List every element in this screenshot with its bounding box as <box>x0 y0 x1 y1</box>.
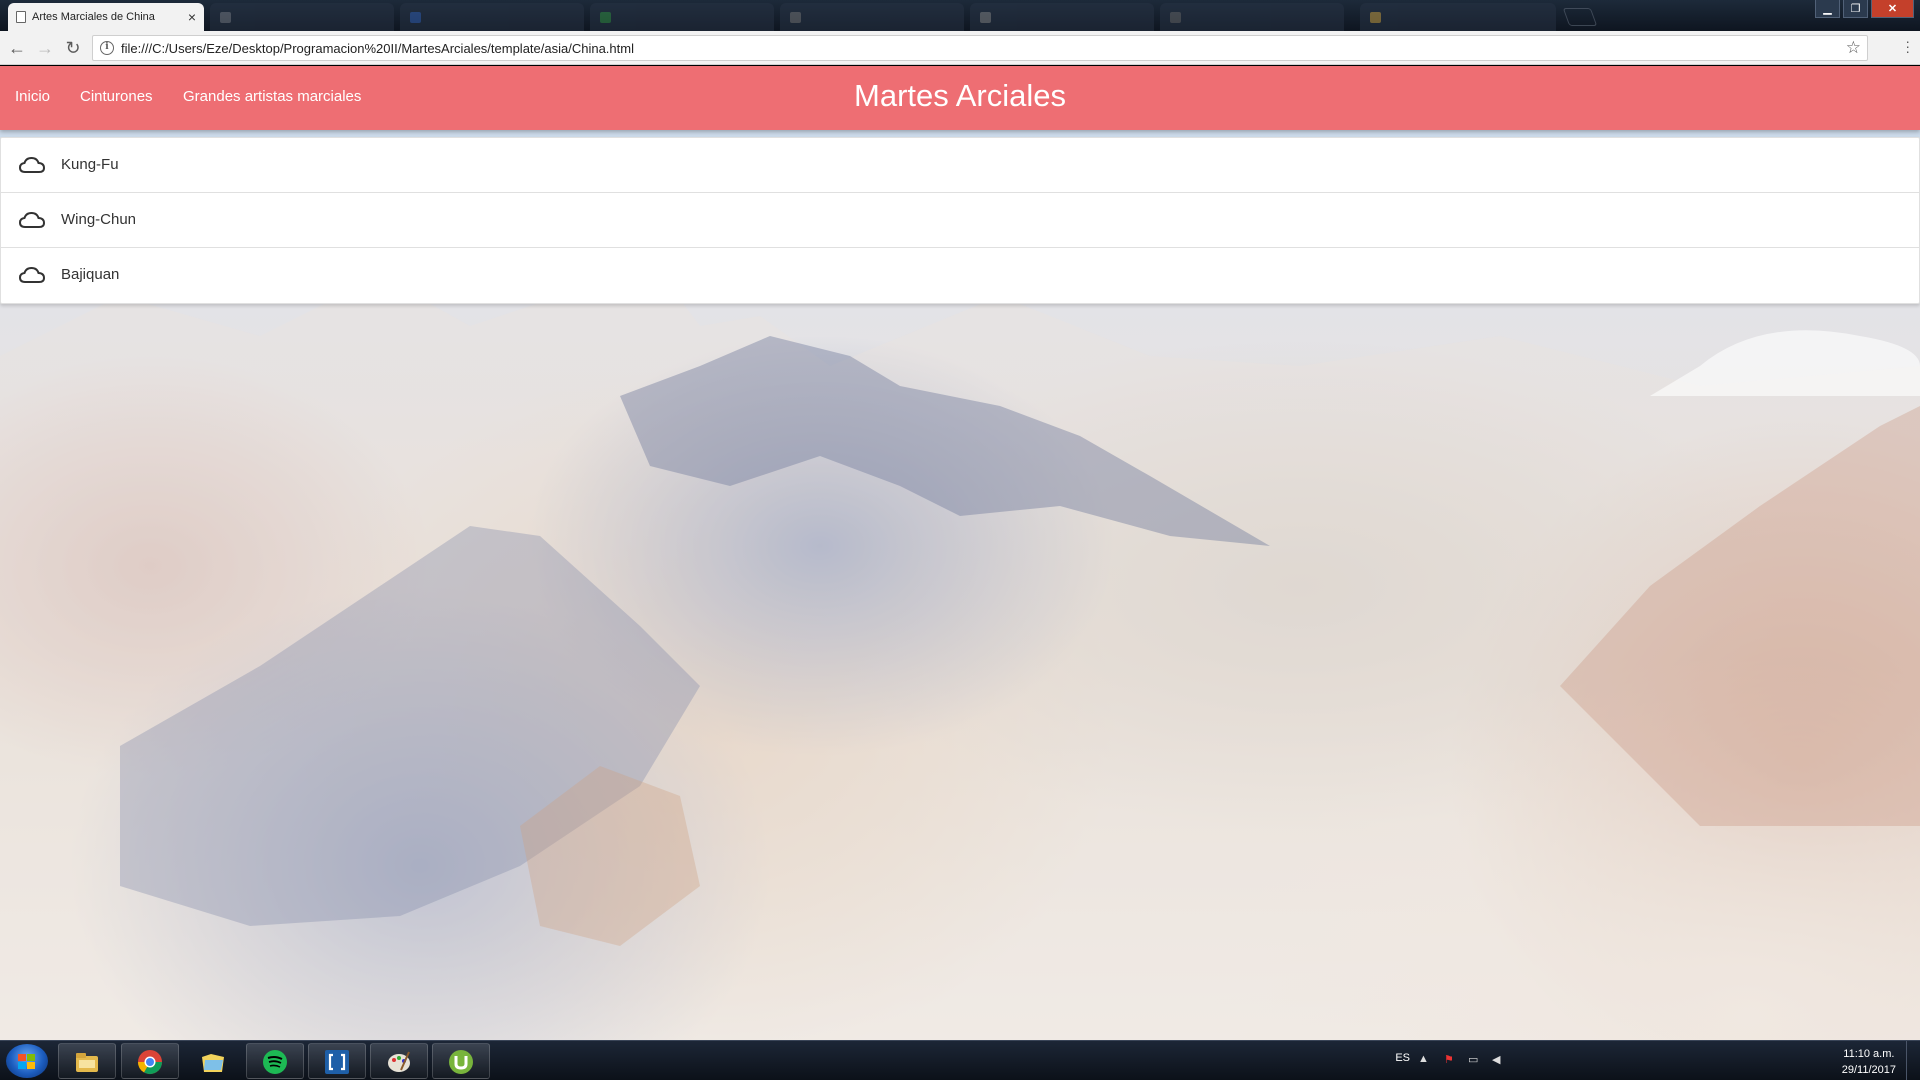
tab-favicon <box>980 12 991 23</box>
martial-arts-list: Kung-Fu Wing-Chun Bajiquan <box>0 137 1920 304</box>
tab-background[interactable] <box>1360 3 1556 31</box>
windows-taskbar: ES ▲ ⚑ ▭ ◀ 11:10 a.m. 29/11/2017 <box>0 1040 1920 1080</box>
page-content: Inicio Cinturones Grandes artistas marci… <box>0 66 1920 1040</box>
taskbar-spotify[interactable] <box>246 1043 304 1079</box>
brackets-icon <box>325 1050 349 1074</box>
tab-title: Artes Marciales de China <box>32 11 155 23</box>
navbar: Inicio Cinturones Grandes artistas marci… <box>0 66 1920 130</box>
tab-background[interactable] <box>1160 3 1344 31</box>
chrome-icon <box>138 1050 162 1075</box>
taskbar-paint[interactable] <box>370 1043 428 1079</box>
spotify-icon <box>263 1050 287 1074</box>
back-icon[interactable]: ← <box>6 38 28 58</box>
tab-background[interactable] <box>590 3 774 31</box>
utorrent-icon <box>449 1050 473 1074</box>
cloud-icon <box>19 266 45 283</box>
taskbar-explorer[interactable] <box>58 1043 116 1079</box>
list-item-wing-chun[interactable]: Wing-Chun <box>1 193 1919 248</box>
show-desktop-button[interactable] <box>1906 1041 1920 1080</box>
close-tab-icon[interactable]: × <box>188 9 196 25</box>
bookmark-star-icon[interactable]: ☆ <box>1846 38 1861 58</box>
window-controls: ▁ ❐ ✕ <box>1815 0 1914 18</box>
folder-icon <box>202 1054 224 1072</box>
list-item-label: Bajiquan <box>61 266 120 283</box>
clock-time: 11:10 a.m. <box>1843 1048 1895 1060</box>
url-text[interactable]: file:///C:/Users/Eze/Desktop/Programacio… <box>121 41 634 56</box>
tab-favicon <box>1170 12 1181 23</box>
action-center-flag-icon[interactable]: ⚑ <box>1444 1053 1458 1067</box>
info-icon[interactable]: i <box>100 41 114 55</box>
tab-favicon <box>220 12 231 23</box>
tab-favicon <box>1370 12 1381 23</box>
list-item-kung-fu[interactable]: Kung-Fu <box>1 138 1919 193</box>
windows-logo-icon <box>27 1062 35 1069</box>
taskbar-chrome[interactable] <box>121 1043 179 1079</box>
taskbar-folder[interactable] <box>184 1043 242 1079</box>
taskbar-utorrent[interactable] <box>432 1043 490 1079</box>
tab-background[interactable] <box>400 3 584 31</box>
windows-logo-icon <box>18 1062 26 1069</box>
network-icon[interactable]: ▭ <box>1468 1053 1482 1067</box>
show-hidden-icons[interactable]: ▲ <box>1418 1053 1432 1067</box>
tab-active[interactable]: Artes Marciales de China × <box>8 3 204 31</box>
close-window-button[interactable]: ✕ <box>1871 0 1914 18</box>
restore-button[interactable]: ❐ <box>1843 0 1868 18</box>
minimize-button[interactable]: ▁ <box>1815 0 1840 18</box>
browser-tab-strip: Artes Marciales de China × ▁ ❐ ✕ <box>0 0 1920 31</box>
cloud-icon <box>19 211 45 228</box>
cloud-icon <box>19 156 45 173</box>
windows-logo-icon <box>18 1054 26 1061</box>
brand-logo-title[interactable]: Martes Arciales <box>0 78 1920 114</box>
tab-background[interactable] <box>210 3 394 31</box>
clock-date: 29/11/2017 <box>1841 1064 1896 1076</box>
tab-favicon <box>410 12 421 23</box>
paint-icon <box>388 1051 410 1072</box>
system-clock[interactable]: 11:10 a.m. 29/11/2017 <box>1842 1046 1896 1078</box>
windows-logo-icon <box>27 1054 35 1061</box>
tab-favicon <box>600 12 611 23</box>
volume-icon[interactable]: ◀ <box>1492 1053 1506 1067</box>
new-tab-button[interactable] <box>1562 8 1598 26</box>
reload-icon[interactable]: ↻ <box>62 38 84 58</box>
list-item-label: Kung-Fu <box>61 156 119 173</box>
language-indicator[interactable]: ES <box>1395 1052 1410 1064</box>
tab-background[interactable] <box>970 3 1154 31</box>
tab-background[interactable] <box>780 3 964 31</box>
start-button[interactable] <box>6 1044 48 1078</box>
page-icon <box>16 11 26 23</box>
list-item-label: Wing-Chun <box>61 211 137 228</box>
browser-menu-icon[interactable]: · · · <box>1905 34 1910 58</box>
windows-explorer-icon <box>76 1053 98 1072</box>
address-bar[interactable]: i file:///C:/Users/Eze/Desktop/Programac… <box>92 35 1868 61</box>
tab-favicon <box>790 12 801 23</box>
forward-icon[interactable]: → <box>34 38 56 58</box>
taskbar-brackets[interactable] <box>308 1043 366 1079</box>
browser-toolbar: ← → ↻ i file:///C:/Users/Eze/Desktop/Pro… <box>0 31 1920 65</box>
list-item-bajiquan[interactable]: Bajiquan <box>1 248 1919 303</box>
